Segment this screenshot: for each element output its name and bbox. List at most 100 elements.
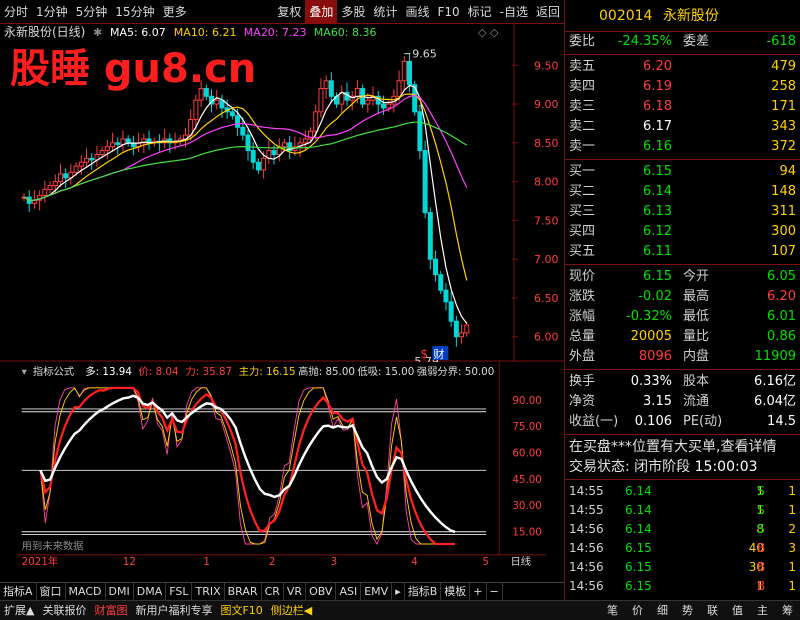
stat-label: 外盘 <box>569 349 596 364</box>
toolbar-button-4[interactable]: 画线 <box>401 0 433 24</box>
toolbar-button-2[interactable]: 多股 <box>337 0 369 24</box>
order-price: 6.19 <box>643 79 672 94</box>
order-row: 买一 6.15 94 <box>565 162 800 182</box>
status-item-3[interactable]: 新用户福利专享 <box>131 601 216 620</box>
tick-row: 14:56 6.14 8 S 2 <box>565 520 800 539</box>
indicator-tab-2[interactable]: MACD <box>66 582 106 601</box>
candle-body <box>448 301 454 322</box>
big-order-alert[interactable]: 在买盘***位置有大买单,查看详情 <box>565 437 800 457</box>
stat-label: 现价 <box>569 269 596 284</box>
stat-value: 6.16亿 <box>754 374 796 389</box>
candle-body <box>271 150 277 155</box>
status-icon-6[interactable]: 主 <box>750 601 775 620</box>
indicator-tab-12[interactable]: EMV <box>361 582 393 601</box>
indicator-collapse-icon[interactable]: ▾ <box>22 366 28 378</box>
status-icon-4[interactable]: 联 <box>700 601 725 620</box>
stat-row: 涨跌 -0.02 最高 6.20 <box>565 287 800 307</box>
indicator-tab-8[interactable]: CR <box>262 582 284 601</box>
status-icon-7[interactable]: 筹 <box>775 601 800 620</box>
indicator-tab-4[interactable]: DMA <box>134 582 167 601</box>
divider <box>565 369 800 370</box>
tick-price: 6.15 <box>625 541 652 555</box>
tick-row: 14:56 6.15 30 B 1 <box>565 558 800 577</box>
candle-body <box>78 161 84 167</box>
indicator-tab-6[interactable]: TRIX <box>192 582 225 601</box>
candle-body <box>110 142 116 148</box>
candle-body <box>120 138 126 145</box>
status-item-4[interactable]: 图文F10 <box>216 601 266 620</box>
status-icon-1[interactable]: 价 <box>625 601 650 620</box>
indicator-tick-label: 15.00 <box>512 526 541 538</box>
order-price: 6.16 <box>643 139 672 154</box>
stock-name: 永新股份 <box>662 8 719 24</box>
order-row: 买五 6.11 107 <box>565 242 800 262</box>
chart-title: 永新股份(日线) <box>4 24 85 39</box>
order-price: 6.17 <box>643 119 672 134</box>
date-label: 3 <box>331 556 338 568</box>
trade-status: 交易状态: 闭市阶段 15:00:03 <box>565 457 800 477</box>
stat-label: PE(动) <box>683 414 723 429</box>
stat-value: 14.5 <box>767 414 796 429</box>
candle-body <box>235 115 241 128</box>
order-label: 买二 <box>569 184 596 199</box>
indicator-tab-9[interactable]: VR <box>284 582 307 601</box>
indicator-tab-3[interactable]: DMI <box>106 582 134 601</box>
stat-label: 收益(一) <box>569 414 619 429</box>
order-label: 买三 <box>569 204 596 219</box>
order-label: 买一 <box>569 164 596 179</box>
status-icon-0[interactable]: 笔 <box>600 601 625 620</box>
indicator-tab-16[interactable]: + <box>470 582 487 601</box>
high-price-label: 9.65 <box>412 48 437 61</box>
order-price: 6.14 <box>643 184 672 199</box>
toolbar-button-5[interactable]: F10 <box>433 0 463 24</box>
stat-row: 总量 20005 量比 0.86 <box>565 327 800 347</box>
status-icon-2[interactable]: 细 <box>650 601 675 620</box>
period-tab-0[interactable]: 分时 <box>0 0 32 24</box>
indicator-tab-15[interactable]: 模板 <box>441 582 471 601</box>
candle-body <box>323 80 329 90</box>
period-tab-2[interactable]: 5分钟 <box>72 0 112 24</box>
dividend-badge[interactable]: $ <box>420 347 428 361</box>
indicator-tab-5[interactable]: FSL <box>166 582 193 601</box>
status-icon-3[interactable]: 势 <box>675 601 700 620</box>
period-tab-3[interactable]: 15分钟 <box>111 0 158 24</box>
indicator-tab-14[interactable]: 指标B <box>405 582 442 601</box>
indicator-tab-7[interactable]: BRAR <box>225 582 262 601</box>
candle-body <box>386 103 392 109</box>
period-tab-4[interactable]: 更多 <box>159 0 191 24</box>
indicator-name[interactable]: 指标公式 <box>33 365 74 378</box>
status-item-0[interactable]: 扩展▲ <box>0 601 38 620</box>
status-item-5[interactable]: 侧边栏◀ <box>267 601 316 620</box>
candle-body <box>380 103 386 109</box>
toolbar-button-0[interactable]: 复权 <box>273 0 305 24</box>
indicator-tab-11[interactable]: ASI <box>336 582 362 601</box>
status-icon-5[interactable]: 值 <box>725 601 750 620</box>
period-tab-1[interactable]: 1分钟 <box>32 0 72 24</box>
indicator-tab-1[interactable]: 窗口 <box>37 582 66 601</box>
indicator-tab-17[interactable]: − <box>487 582 503 601</box>
kline-chart[interactable]: 股睡 gu8.cn 9.50 9.00 8.50 8.00 7.50 7.00 6.50 6.0… <box>0 24 564 362</box>
candle-body <box>261 157 267 171</box>
period-label[interactable]: 日线 <box>510 555 531 568</box>
status-item-1[interactable]: 关联报价 <box>38 601 90 620</box>
chart-settings-icon[interactable]: ✱ <box>93 26 102 39</box>
toolbar-button-1[interactable]: 叠加 <box>305 0 338 24</box>
chart-options-icon[interactable]: ◇ ◇ <box>478 26 499 39</box>
toolbar-button-8[interactable]: 返回 <box>532 0 564 24</box>
order-price: 6.12 <box>643 224 672 239</box>
toolbar-button-6[interactable]: 标记 <box>464 0 496 24</box>
indicator-tab-0[interactable]: 指标A <box>0 582 37 601</box>
indicator-tab-10[interactable]: OBV <box>306 582 337 601</box>
stat-label: 最低 <box>683 309 710 324</box>
indicator-tab-13[interactable]: ▸ <box>392 582 405 601</box>
order-row: 卖三 6.18 171 <box>565 97 800 117</box>
indicator-chart[interactable]: ▾ 指标公式 多: 13.94 价: 8.04 力: 35.87 主力: 16.15 高抛:… <box>0 362 564 568</box>
ma-legend-0: MA5: 6.07 <box>110 26 166 39</box>
stat-label: 今开 <box>683 269 710 284</box>
tick-time: 14:56 <box>569 522 604 536</box>
toolbar-button-3[interactable]: 统计 <box>369 0 401 24</box>
finance-badge[interactable]: 财 <box>433 347 444 361</box>
toolbar-button-7[interactable]: -自选 <box>496 0 532 24</box>
stat-row: 涨幅 -0.32% 最低 6.01 <box>565 307 800 327</box>
status-item-2[interactable]: 财富图 <box>90 601 131 620</box>
